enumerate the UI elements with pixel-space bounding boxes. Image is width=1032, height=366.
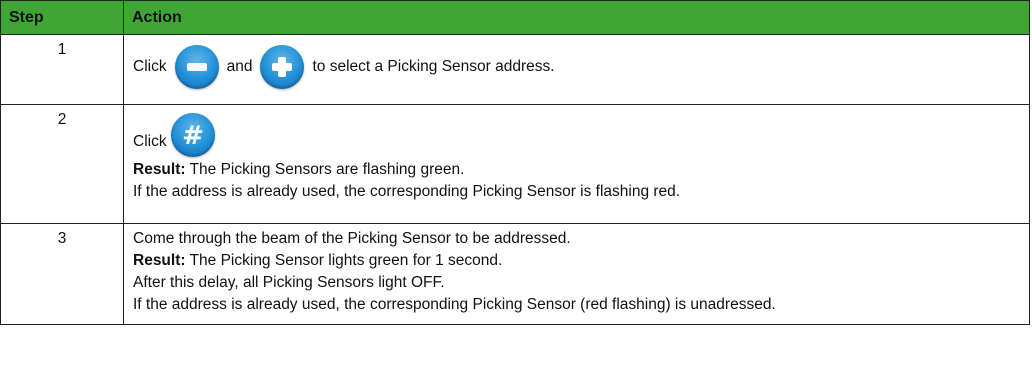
svg-text:#: # xyxy=(182,121,204,151)
action-line: If the address is already used, the corr… xyxy=(133,296,776,313)
action-line: Click and to select a Picking Sensor add… xyxy=(133,45,1029,89)
action-cell: Click # Result: The Picking Sensors are … xyxy=(123,104,1030,224)
table-row: 3 Come through the beam of the Picking S… xyxy=(0,223,1030,325)
step-number: 3 xyxy=(0,223,124,325)
action-line: After this delay, all Picking Sensors li… xyxy=(133,274,445,291)
action-line: Click # xyxy=(133,113,1029,157)
steps-table: Step Action 1 Click and to select a Pick… xyxy=(0,0,1030,325)
result-text: The Picking Sensor lights green for 1 se… xyxy=(185,252,503,269)
action-cell: Come through the beam of the Picking Sen… xyxy=(123,223,1030,325)
result-text: The Picking Sensors are flashing green. xyxy=(185,161,465,178)
header-action: Action xyxy=(123,0,1030,35)
table-row: 1 Click and to select a Picking Sensor a… xyxy=(0,34,1030,105)
click-text: Click xyxy=(133,58,167,75)
note-line: If the address is already used, the corr… xyxy=(133,183,681,200)
plus-button-icon xyxy=(260,45,305,89)
action-line: Come through the beam of the Picking Sen… xyxy=(133,230,571,247)
table-row: 2 Click # Result: The Picking Sensors ar… xyxy=(0,104,1030,224)
header-step: Step xyxy=(0,0,124,35)
result-label: Result: xyxy=(133,252,186,269)
action-tail-text: to select a Picking Sensor address. xyxy=(312,58,555,75)
result-label: Result: xyxy=(133,161,186,178)
header-row: Step Action xyxy=(0,0,1030,35)
hash-button-icon: # xyxy=(170,113,215,157)
and-text: and xyxy=(226,58,253,75)
action-cell: Click and to select a Picking Sensor add… xyxy=(123,34,1030,105)
step-number: 1 xyxy=(0,34,124,105)
result-line: Result: The Picking Sensor lights green … xyxy=(133,250,1029,272)
step-number: 2 xyxy=(0,104,124,224)
minus-button-icon xyxy=(174,45,219,89)
result-line: Result: The Picking Sensors are flashing… xyxy=(133,159,1029,181)
click-text: Click xyxy=(133,133,167,150)
